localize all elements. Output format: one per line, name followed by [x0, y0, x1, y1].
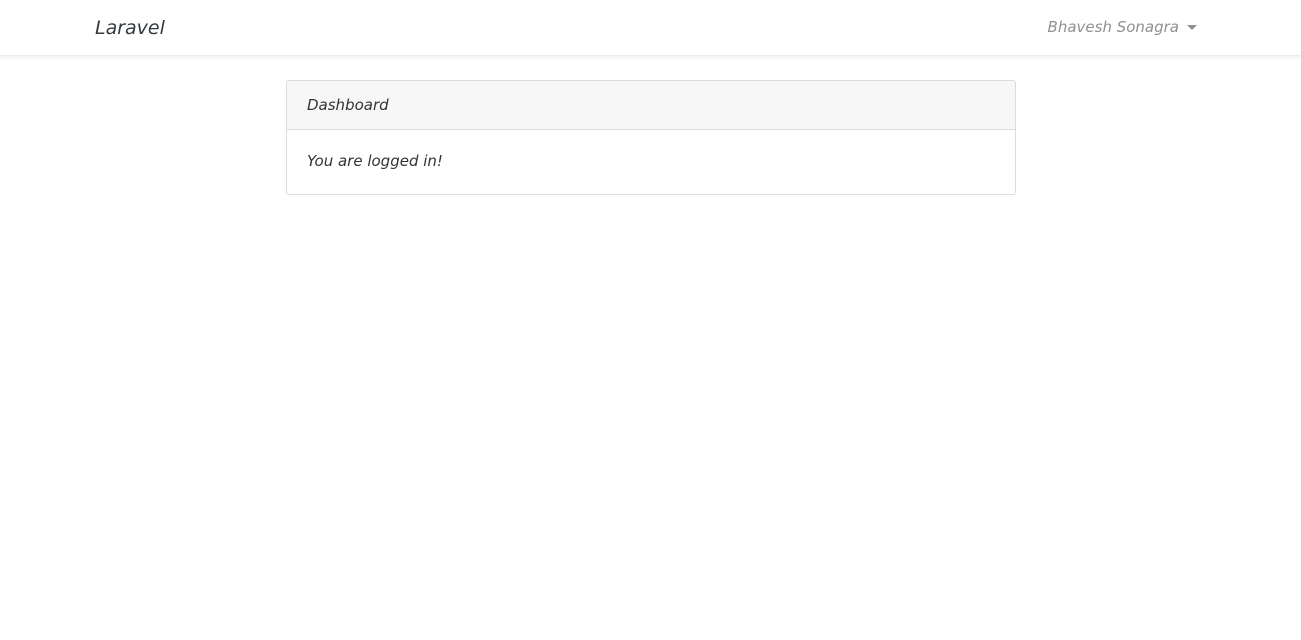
navbar: Laravel Bhavesh Sonagra	[0, 0, 1301, 56]
user-dropdown-toggle[interactable]: Bhavesh Sonagra	[1048, 16, 1197, 38]
user-name: Bhavesh Sonagra	[1047, 18, 1179, 36]
card-header: Dashboard	[287, 81, 1015, 130]
card-body: You are logged in!	[307, 152, 443, 170]
dashboard-card: Dashboard You are logged in!	[286, 80, 1016, 195]
brand-link[interactable]: Laravel	[95, 15, 165, 41]
caret-down-icon	[1187, 25, 1197, 30]
